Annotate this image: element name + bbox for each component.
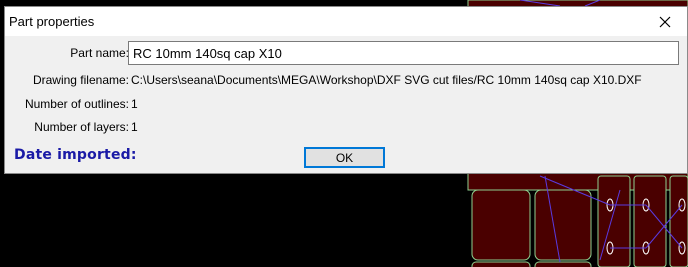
ok-button[interactable]: OK — [304, 147, 385, 168]
drawing-filename-label: Drawing filename: — [32, 73, 129, 87]
outlines-value: 1 — [131, 97, 138, 111]
outlines-label: Number of outlines: — [24, 97, 129, 111]
layers-label: Number of layers: — [34, 120, 129, 134]
part-name-label: Part name: — [70, 46, 129, 60]
dialog-title: Part properties — [9, 14, 95, 29]
part-properties-dialog: Part properties Part name: Drawing filen… — [4, 6, 688, 174]
close-button[interactable] — [643, 7, 687, 36]
date-imported-label: Date imported: — [14, 147, 137, 163]
drawing-filename-value: C:\Users\seana\Documents\MEGA\Workshop\D… — [131, 73, 642, 87]
cad-parts — [471, 175, 688, 267]
part-name-input[interactable] — [128, 41, 679, 65]
close-icon — [659, 16, 671, 27]
title-bar: Part properties — [5, 7, 687, 36]
layers-value: 1 — [131, 120, 138, 134]
